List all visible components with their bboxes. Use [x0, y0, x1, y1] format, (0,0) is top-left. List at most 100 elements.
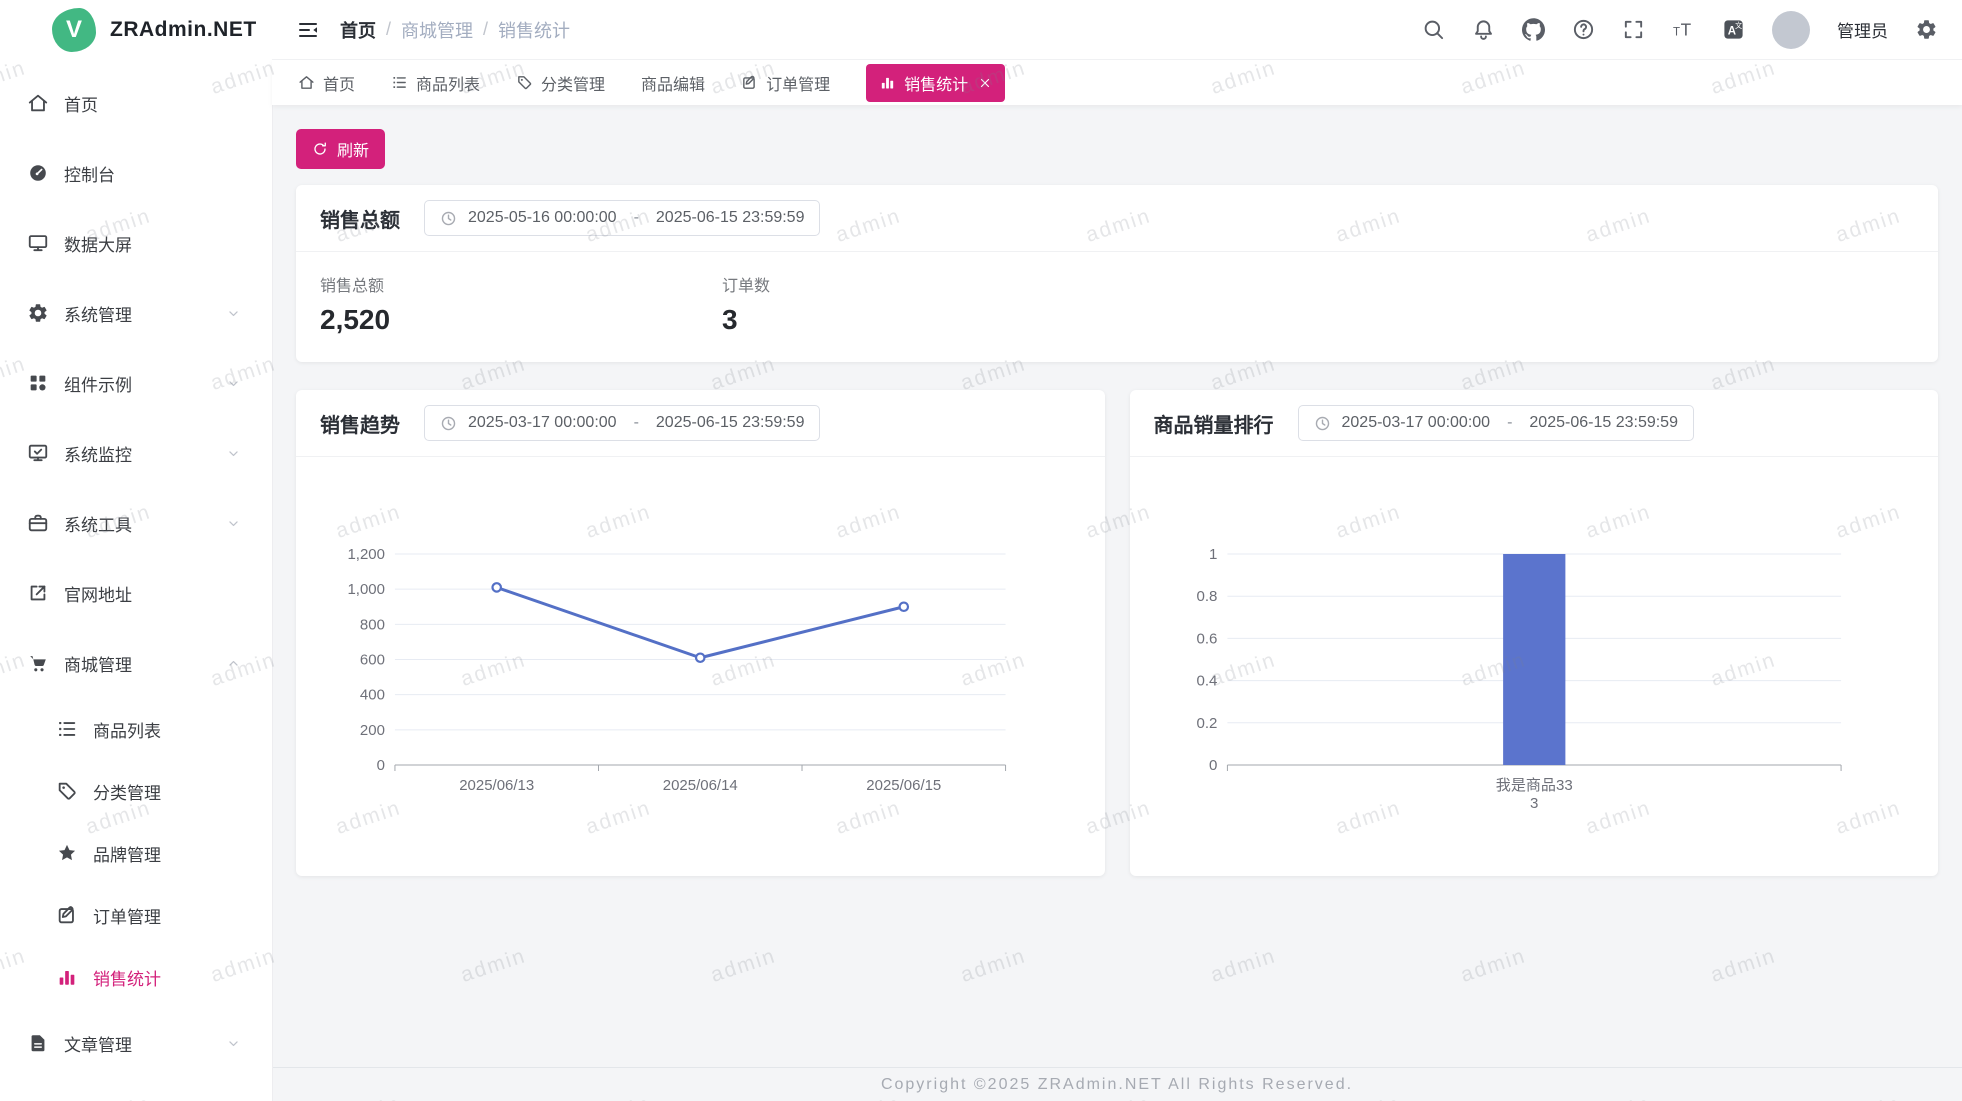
date-end[interactable]: 2025-06-15 23:59:59: [656, 209, 805, 227]
sidebar-item-console[interactable]: 控制台: [0, 138, 272, 208]
sidebar-item-label: 系统监控: [64, 441, 132, 466]
github-icon[interactable]: [1522, 18, 1545, 41]
svg-text:我是商品33: 我是商品33: [1495, 777, 1572, 794]
svg-text:600: 600: [360, 651, 385, 668]
page-footer: Copyright ©2025 ZRAdmin.NET All Rights R…: [272, 1067, 1962, 1101]
components-icon: [27, 372, 49, 394]
app-root: V ZRAdmin.NET 首页控制台数据大屏系统管理组件示例系统监控系统工具官…: [0, 0, 1962, 1101]
svg-text:文: 文: [1735, 21, 1742, 30]
current-user[interactable]: 管理员: [1837, 17, 1888, 42]
chevron-down-icon: [225, 305, 242, 322]
sidebar-item-label: 控制台: [64, 161, 115, 186]
sidebar-item-components[interactable]: 组件示例: [0, 348, 272, 418]
sidebar-item-home[interactable]: 首页: [0, 68, 272, 138]
tab-label: 商品列表: [416, 71, 480, 95]
svg-text:2025/06/15: 2025/06/15: [866, 777, 941, 794]
sidebar-item-label: 品牌管理: [93, 841, 161, 866]
tab-goods-edit[interactable]: 商品编辑: [641, 71, 705, 95]
sidebar-item-website[interactable]: 官网地址: [0, 558, 272, 628]
trend-card-header: 销售趋势 2025-03-17 00:00:00 - 2025-06-15 23…: [296, 390, 1105, 457]
translate-icon[interactable]: A文: [1722, 18, 1745, 41]
main-content: 刷新 销售总额 2025-05-16 00:00:00 - 2025-06-15…: [272, 105, 1962, 1101]
trend-date-range-picker[interactable]: 2025-03-17 00:00:00 - 2025-06-15 23:59:5…: [424, 405, 820, 441]
tab-home[interactable]: 首页: [298, 71, 355, 95]
monitor-icon: [27, 442, 49, 464]
sidebar-item-label: 系统工具: [64, 511, 132, 536]
chevron-down-icon: [225, 445, 242, 462]
toolbox-icon: [27, 512, 49, 534]
top-header: 首页 / 商城管理 / 销售统计 TT A文 管理员: [272, 0, 1962, 60]
breadcrumb-current: 销售统计: [498, 17, 570, 43]
star-icon: [56, 842, 78, 864]
sidebar-item-tools[interactable]: 系统工具: [0, 488, 272, 558]
sidebar-item-brand[interactable]: 品牌管理: [0, 822, 272, 884]
bigscreen-icon: [27, 232, 49, 254]
sidebar-item-label: 商品列表: [93, 717, 161, 742]
sidebar-item-mall[interactable]: 商城管理: [0, 628, 272, 698]
sidebar-item-system[interactable]: 系统管理: [0, 278, 272, 348]
header-actions: TT A文 管理员: [1422, 11, 1938, 49]
app-title: ZRAdmin.NET: [110, 18, 257, 42]
tab-order[interactable]: 订单管理: [741, 71, 830, 95]
tab-label: 销售统计: [904, 71, 968, 95]
document-icon: [27, 1032, 49, 1054]
date-end[interactable]: 2025-06-15 23:59:59: [656, 414, 805, 432]
barchart-icon: [879, 74, 896, 91]
tab-label: 商品编辑: [641, 71, 705, 95]
close-icon[interactable]: [978, 76, 992, 90]
chevron-down-icon: [225, 515, 242, 532]
fontsize-icon[interactable]: TT: [1672, 18, 1695, 41]
edit-icon: [56, 904, 78, 926]
bell-icon[interactable]: [1472, 18, 1495, 41]
sidebar-item-monitor[interactable]: 系统监控: [0, 418, 272, 488]
refresh-button[interactable]: 刷新: [296, 129, 385, 169]
svg-text:2025/06/13: 2025/06/13: [459, 777, 534, 794]
sidebar-item-article[interactable]: 文章管理: [0, 1008, 272, 1078]
sidebar-item-datascreen[interactable]: 数据大屏: [0, 208, 272, 278]
rank-date-range-picker[interactable]: 2025-03-17 00:00:00 - 2025-06-15 23:59:5…: [1298, 405, 1694, 441]
external-link-icon: [27, 582, 49, 604]
stat-order-count: 订单数 3: [722, 272, 1124, 336]
clock-icon: [1314, 415, 1331, 432]
sidebar-item-goods-list[interactable]: 商品列表: [0, 698, 272, 760]
app-logo[interactable]: V ZRAdmin.NET: [0, 0, 272, 60]
date-end[interactable]: 2025-06-15 23:59:59: [1529, 414, 1678, 432]
sidebar-item-sales-stats[interactable]: 销售统计: [0, 946, 272, 1008]
svg-text:3: 3: [1530, 795, 1538, 812]
sidebar-item-category[interactable]: 分类管理: [0, 760, 272, 822]
svg-text:2025/06/14: 2025/06/14: [663, 777, 738, 794]
avatar[interactable]: [1772, 11, 1810, 49]
rank-card-title: 商品销量排行: [1154, 409, 1274, 438]
rank-card-header: 商品销量排行 2025-03-17 00:00:00 - 2025-06-15 …: [1130, 390, 1939, 457]
sidebar-fold-icon[interactable]: [296, 18, 320, 42]
sidebar-item-order[interactable]: 订单管理: [0, 884, 272, 946]
tab-sales-stats[interactable]: 销售统计: [866, 64, 1005, 102]
sidebar-item-label: 分类管理: [93, 779, 161, 804]
sidebar: V ZRAdmin.NET 首页控制台数据大屏系统管理组件示例系统监控系统工具官…: [0, 0, 273, 1101]
date-start[interactable]: 2025-03-17 00:00:00: [1342, 414, 1491, 432]
breadcrumb-home[interactable]: 首页: [340, 17, 376, 43]
logo-letter: V: [66, 16, 82, 44]
svg-text:0.4: 0.4: [1196, 673, 1217, 690]
gear-icon: [27, 302, 49, 324]
sidebar-item-label: 首页: [64, 91, 98, 116]
settings-gear-icon[interactable]: [1915, 18, 1938, 41]
date-start[interactable]: 2025-03-17 00:00:00: [468, 414, 617, 432]
sidebar-item-label: 销售统计: [93, 965, 161, 990]
home-icon: [27, 92, 49, 114]
date-start[interactable]: 2025-05-16 00:00:00: [468, 209, 617, 227]
clock-icon: [440, 210, 457, 227]
chevron-down-icon: [225, 1035, 242, 1052]
svg-text:T: T: [1673, 26, 1680, 38]
summary-date-range-picker[interactable]: 2025-05-16 00:00:00 - 2025-06-15 23:59:5…: [424, 200, 820, 236]
edit-icon: [741, 74, 758, 91]
fullscreen-icon[interactable]: [1622, 18, 1645, 41]
search-icon[interactable]: [1422, 18, 1445, 41]
help-icon[interactable]: [1572, 18, 1595, 41]
summary-card-title: 销售总额: [320, 204, 400, 233]
tab-goods-list[interactable]: 商品列表: [391, 71, 480, 95]
svg-text:0.2: 0.2: [1196, 715, 1217, 732]
tab-category[interactable]: 分类管理: [516, 71, 605, 95]
svg-text:200: 200: [360, 722, 385, 739]
tab-label: 分类管理: [541, 71, 605, 95]
